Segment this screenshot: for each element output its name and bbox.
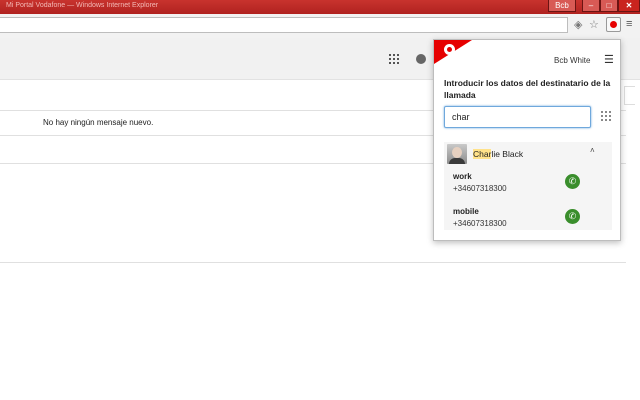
star-icon[interactable]: ☆ [589, 19, 599, 31]
call-work-button[interactable]: ✆ [565, 174, 580, 189]
call-mobile-button[interactable]: ✆ [565, 209, 580, 224]
phone-icon: ✆ [568, 176, 577, 186]
collapse-chevron-icon[interactable]: ˄ [590, 146, 595, 155]
vodafone-logo-icon [444, 44, 455, 55]
phone-type-mobile: mobile [453, 207, 479, 216]
recipient-heading: Introducir los datos del destinatario de… [444, 78, 611, 100]
vodafone-extension-button[interactable] [606, 17, 621, 32]
phone-icon: ✆ [568, 211, 577, 221]
apps-grid-icon[interactable] [389, 54, 401, 66]
avatar [447, 144, 467, 164]
menu-icon[interactable]: ≡ [626, 18, 632, 30]
flash-icon[interactable]: ◈ [574, 19, 582, 31]
phone-type-work: work [453, 172, 472, 181]
browser-toolbar: ◈ ☆ ≡ [0, 14, 640, 39]
name-remainder: lie Black [491, 149, 524, 159]
window-titlebar: Mi Portal Vodafone — Windows Internet Ex… [0, 0, 640, 14]
contact-result[interactable]: Charlie Black ˄ work +34607318300 ✆ mobi… [444, 142, 612, 230]
side-panel-handle[interactable] [624, 86, 635, 105]
popup-user-name: Bcb White [554, 56, 591, 65]
close-button[interactable]: ✕ [618, 0, 640, 12]
popup-menu-icon[interactable]: ☰ [604, 55, 614, 66]
contact-name[interactable]: Charlie Black [473, 149, 523, 159]
maximize-button[interactable]: □ [600, 0, 618, 12]
window-title: Mi Portal Vodafone — Windows Internet Ex… [6, 2, 159, 9]
vodafone-call-popup: Bcb White ☰ Introducir los datos del des… [433, 39, 621, 241]
recipient-search-input[interactable] [444, 106, 591, 128]
minimize-button[interactable]: – [582, 0, 600, 12]
empty-inbox-message: No hay ningún mensaje nuevo. [43, 118, 154, 127]
vodafone-extension-icon [610, 21, 617, 28]
notifications-icon[interactable] [416, 54, 426, 64]
profile-button[interactable]: Bcb [548, 0, 576, 12]
phone-number-work: +34607318300 [453, 184, 507, 193]
name-match-highlight: Char [473, 149, 492, 159]
phone-number-mobile: +34607318300 [453, 219, 507, 228]
page-right-edge [626, 80, 640, 400]
dialpad-icon[interactable] [601, 111, 612, 123]
address-bar[interactable] [0, 17, 568, 33]
